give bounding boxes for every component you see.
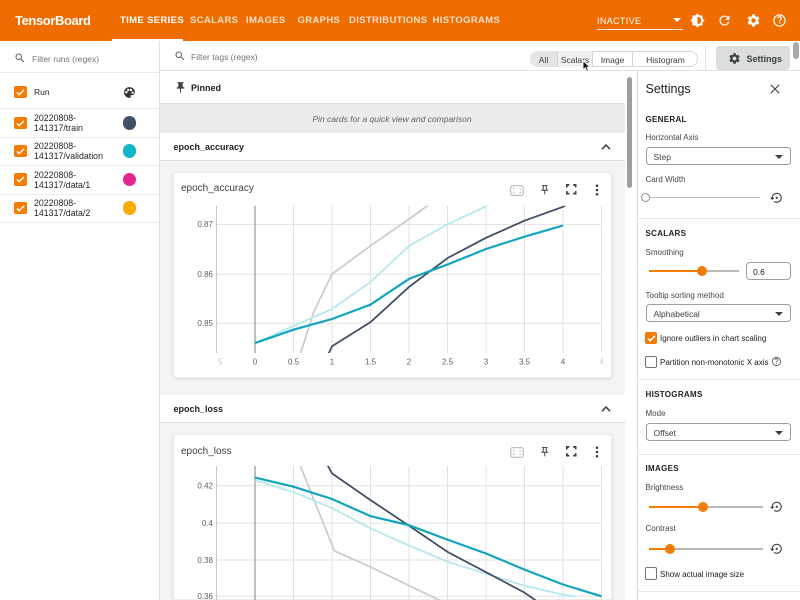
svg-text:3.5: 3.5 — [519, 357, 531, 366]
svg-text:4: 4 — [599, 357, 604, 366]
svg-text:4: 4 — [561, 357, 566, 366]
svg-text:1.5: 1.5 — [365, 357, 377, 366]
svg-text:2: 2 — [407, 357, 412, 366]
svg-text:0.87: 0.87 — [197, 220, 213, 229]
svg-text:0.4: 0.4 — [202, 519, 214, 528]
svg-text:0: 0 — [253, 357, 258, 366]
svg-text:0.38: 0.38 — [197, 556, 213, 565]
svg-text:2.5: 2.5 — [442, 357, 454, 366]
svg-text:0.86: 0.86 — [197, 270, 213, 279]
svg-text:1: 1 — [330, 357, 335, 366]
svg-text:3: 3 — [484, 357, 489, 366]
svg-text:0.42: 0.42 — [197, 482, 213, 491]
svg-text:0.5: 0.5 — [288, 357, 300, 366]
svg-text:0.85: 0.85 — [197, 319, 213, 328]
svg-text:5: 5 — [218, 357, 223, 366]
svg-text:0.36: 0.36 — [197, 592, 213, 600]
